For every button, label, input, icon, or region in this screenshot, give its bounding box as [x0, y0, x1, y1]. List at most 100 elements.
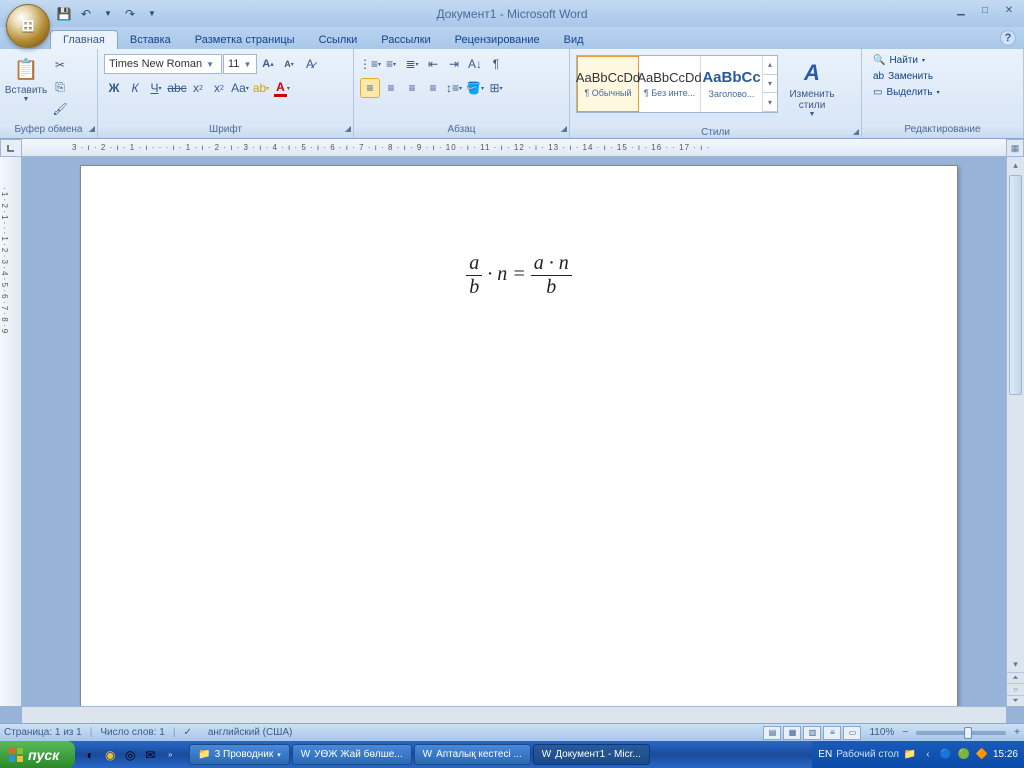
bold-icon[interactable]: Ж	[104, 78, 124, 98]
align-left-icon[interactable]: ≡	[360, 78, 380, 98]
print-layout-view[interactable]: ▤	[763, 726, 781, 740]
horizontal-scrollbar[interactable]	[22, 706, 1006, 724]
align-right-icon[interactable]: ≡	[402, 78, 422, 98]
scroll-down-icon[interactable]: ▾	[1007, 656, 1024, 672]
copy-icon[interactable]: ⎘	[50, 77, 70, 97]
start-button[interactable]: пуск	[0, 741, 75, 768]
spellcheck-icon[interactable]: ✓	[183, 727, 191, 738]
scroll-thumb[interactable]	[1009, 175, 1022, 395]
cut-icon[interactable]: ✂	[50, 55, 70, 75]
tab-view[interactable]: Вид	[552, 31, 596, 49]
clock[interactable]: 15:26	[993, 749, 1018, 760]
change-case-icon[interactable]: Aa▾	[230, 78, 250, 98]
grow-font-icon[interactable]: A▴	[258, 54, 278, 74]
underline-icon[interactable]: Ч▾	[146, 78, 166, 98]
ql-chrome-icon[interactable]: ◎	[121, 746, 139, 764]
tab-insert[interactable]: Вставка	[118, 31, 183, 49]
tab-home[interactable]: Главная	[50, 30, 118, 49]
italic-icon[interactable]: К	[125, 78, 145, 98]
page-status[interactable]: Страница: 1 из 1	[4, 727, 82, 738]
language-status[interactable]: английский (США)	[208, 727, 293, 738]
tray-icon[interactable]: 🔵	[939, 748, 953, 762]
style-nospacing[interactable]: AaBbCcDd ¶ Без инте...	[639, 56, 701, 112]
borders-icon[interactable]: ⊞▾	[486, 78, 506, 98]
ql-icon[interactable]: ◐	[81, 746, 99, 764]
justify-icon[interactable]: ≡	[423, 78, 443, 98]
ql-expand-icon[interactable]: »	[161, 746, 179, 764]
task-word-active[interactable]: WДокумент1 - Micr...	[533, 744, 650, 765]
tray-icon[interactable]: 🟢	[957, 748, 971, 762]
zoom-level[interactable]: 110%	[869, 727, 894, 738]
numbering-icon[interactable]: ≡▾	[381, 54, 401, 74]
qat-customize-icon[interactable]: ▼	[142, 4, 162, 24]
paste-button[interactable]: 📋 Вставить ▼	[4, 51, 48, 107]
align-center-icon[interactable]: ≡	[381, 78, 401, 98]
tab-page-layout[interactable]: Разметка страницы	[183, 31, 307, 49]
prev-page-icon[interactable]: ⏶	[1007, 672, 1024, 683]
font-name-combo[interactable]: Times New Roman▼	[104, 54, 222, 74]
zoom-out-icon[interactable]: −	[902, 727, 908, 738]
scroll-up-icon[interactable]: ▴	[1007, 157, 1024, 173]
undo-dropdown-icon[interactable]: ▼	[98, 4, 118, 24]
font-size-combo[interactable]: 11▼	[223, 54, 257, 74]
tab-selector[interactable]	[0, 139, 22, 157]
vertical-scrollbar[interactable]: ▴ ▾ ⏶ ○ ⏷	[1006, 157, 1024, 706]
tray-icon[interactable]: 📁	[903, 748, 917, 762]
multilevel-icon[interactable]: ≣▾	[402, 54, 422, 74]
font-color-icon[interactable]: A▾	[272, 78, 292, 98]
maximize-button[interactable]: □	[974, 2, 996, 18]
ql-icon[interactable]: ◉	[101, 746, 119, 764]
page[interactable]: a b ∙ n = a ∙ n b	[80, 165, 958, 706]
style-scroll-up[interactable]: ▴	[763, 56, 777, 75]
replace-button[interactable]: abЗаменить	[870, 69, 943, 84]
browse-object-icon[interactable]: ○	[1007, 683, 1024, 694]
redo-icon[interactable]: ↷	[120, 4, 140, 24]
next-page-icon[interactable]: ⏷	[1007, 695, 1024, 706]
highlight-icon[interactable]: ab▾	[251, 78, 271, 98]
font-launcher[interactable]: ◢	[345, 124, 351, 133]
sort-icon[interactable]: A↓	[465, 54, 485, 74]
clear-format-icon[interactable]: A̷	[300, 54, 320, 74]
tab-references[interactable]: Ссылки	[307, 31, 370, 49]
vertical-ruler[interactable]: · 1 · 2 · 1 · · · 1 · 2 · 3 · 4 · 5 · 6 …	[0, 157, 22, 706]
ql-icon[interactable]: ✉	[141, 746, 159, 764]
save-icon[interactable]: 💾	[54, 4, 74, 24]
tab-mailings[interactable]: Рассылки	[369, 31, 442, 49]
tab-review[interactable]: Рецензирование	[443, 31, 552, 49]
strike-icon[interactable]: abc	[167, 78, 187, 98]
desktop-toolbar[interactable]: Рабочий стол	[836, 749, 899, 760]
paragraph-launcher[interactable]: ◢	[561, 124, 567, 133]
task-explorer[interactable]: 📁3 Проводник▾	[189, 744, 289, 765]
zoom-in-icon[interactable]: +	[1014, 727, 1020, 738]
help-icon[interactable]: ?	[1000, 30, 1016, 46]
tray-icon[interactable]: 🔶	[975, 748, 989, 762]
zoom-slider[interactable]	[916, 731, 1006, 735]
shrink-font-icon[interactable]: A▾	[279, 54, 299, 74]
office-button[interactable]: ⊞	[6, 4, 50, 48]
outline-view[interactable]: ≡	[823, 726, 841, 740]
change-styles-button[interactable]: A Изменить стили ▼	[782, 55, 842, 122]
style-normal[interactable]: AaBbCcDd ¶ Обычный	[577, 56, 639, 112]
web-view[interactable]: ▥	[803, 726, 821, 740]
minimize-button[interactable]: ▁	[950, 2, 972, 18]
select-button[interactable]: ▭Выделить▾	[870, 85, 943, 100]
tray-expand-icon[interactable]: ‹	[921, 748, 935, 762]
bullets-icon[interactable]: ⋮≡▾	[360, 54, 380, 74]
close-button[interactable]: ✕	[998, 2, 1020, 18]
superscript-icon[interactable]: x2	[209, 78, 229, 98]
language-indicator[interactable]: EN	[818, 749, 832, 760]
find-button[interactable]: 🔍Найти▾	[870, 53, 943, 68]
show-marks-icon[interactable]: ¶	[486, 54, 506, 74]
decrease-indent-icon[interactable]: ⇤	[423, 54, 443, 74]
style-scroll-down[interactable]: ▾	[763, 75, 777, 94]
undo-icon[interactable]: ↶	[76, 4, 96, 24]
task-word-doc1[interactable]: WУӨЖ Жай бөлше...	[292, 744, 412, 765]
style-heading1[interactable]: AaBbCc Заголово...	[701, 56, 763, 112]
horizontal-ruler[interactable]: 3 · ı · 2 · ı · 1 · ı · · · ı · 1 · ı · …	[22, 139, 1006, 157]
subscript-icon[interactable]: x2	[188, 78, 208, 98]
shading-icon[interactable]: 🪣▾	[465, 78, 485, 98]
format-painter-icon[interactable]: 🖌	[50, 99, 70, 119]
draft-view[interactable]: ▭	[843, 726, 861, 740]
zoom-thumb[interactable]	[964, 727, 972, 739]
fullscreen-view[interactable]: ▦	[783, 726, 801, 740]
